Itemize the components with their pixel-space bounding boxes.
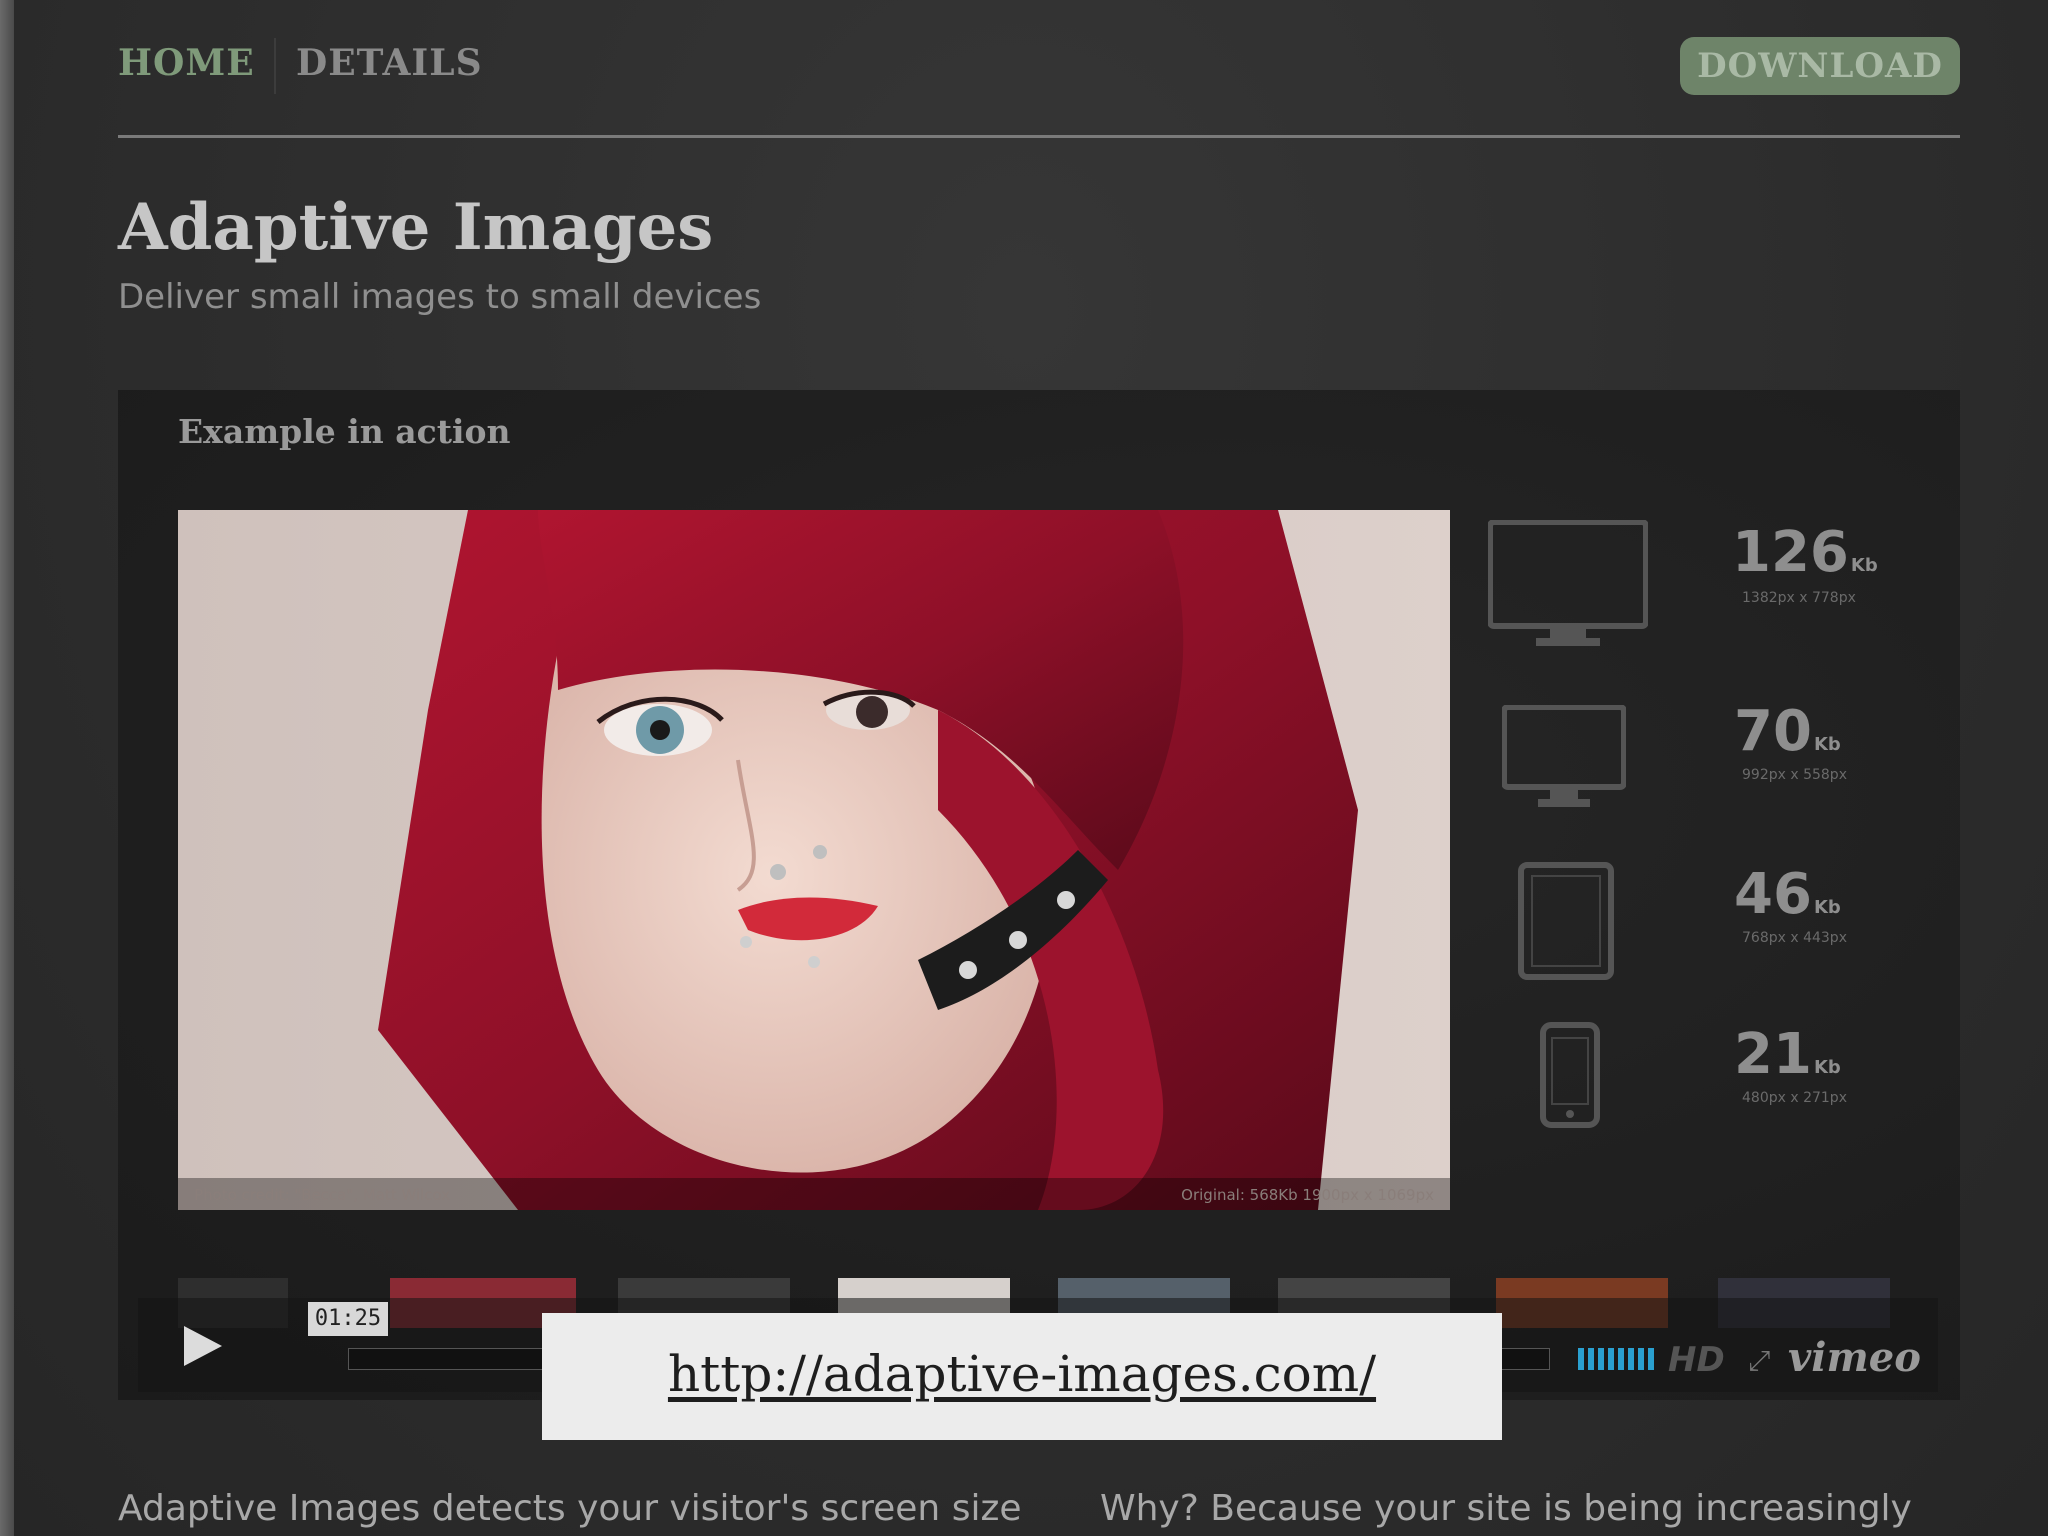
page-title: Adaptive Images	[118, 190, 714, 265]
video-time: 01:25	[308, 1302, 388, 1336]
device-row-laptop: 70 Kb 992px x 558px	[1488, 699, 1908, 845]
nav-separator	[274, 38, 276, 94]
size-value: 21 Kb	[1734, 1022, 1841, 1087]
vimeo-logo[interactable]: vimeo	[1788, 1334, 1921, 1381]
photo-original-info: Original: 568Kb 1900px x 1069px	[1181, 1186, 1434, 1204]
page-subtitle: Deliver small images to small devices	[118, 277, 762, 317]
size-value: 70 Kb	[1734, 699, 1841, 764]
body-text-col-2: Why? Because your site is being increasi…	[1100, 1488, 1912, 1529]
page: HOME DETAILS DOWNLOAD Adaptive Images De…	[0, 0, 2048, 1536]
photo-credit: Photo credit: "Becca", Matt Wilcox	[194, 1186, 451, 1204]
laptop-monitor-icon	[1502, 705, 1626, 807]
play-icon[interactable]	[178, 1322, 226, 1370]
device-row-phone: 21 Kb 480px x 271px	[1488, 1022, 1908, 1162]
url-banner: http://adaptive-images.com/	[542, 1313, 1502, 1440]
size-value: 46 Kb	[1734, 862, 1841, 927]
nav-home-link[interactable]: HOME	[118, 42, 255, 84]
device-row-desktop: 126 Kb 1382px x 778px	[1488, 520, 1908, 660]
device-row-tablet: 46 Kb 768px x 443px	[1488, 862, 1908, 1002]
body-text-col-1: Adaptive Images detects your visitor's s…	[118, 1488, 1022, 1529]
desktop-monitor-icon	[1488, 520, 1648, 646]
phone-icon	[1540, 1022, 1600, 1128]
size-dimensions: 1382px x 778px	[1742, 590, 1856, 606]
portrait-image	[178, 510, 1450, 1210]
window-edge	[0, 0, 14, 1536]
top-nav: HOME DETAILS DOWNLOAD	[118, 30, 1960, 110]
example-photo[interactable]: Photo credit: "Becca", Matt Wilcox Origi…	[178, 510, 1450, 1210]
size-value: 126 Kb	[1732, 520, 1878, 585]
download-button[interactable]: DOWNLOAD	[1680, 37, 1960, 95]
hd-toggle[interactable]: HD	[1668, 1340, 1725, 1380]
nav-divider	[118, 135, 1960, 138]
example-title: Example in action	[178, 412, 511, 451]
size-dimensions: 992px x 558px	[1742, 767, 1847, 783]
tablet-icon	[1518, 862, 1614, 980]
size-dimensions: 768px x 443px	[1742, 930, 1847, 946]
site-url-link[interactable]: http://adaptive-images.com/	[668, 1345, 1376, 1403]
size-dimensions: 480px x 271px	[1742, 1090, 1847, 1106]
volume-icon[interactable]	[1578, 1346, 1658, 1372]
nav-details-link[interactable]: DETAILS	[296, 42, 483, 84]
example-panel: Example in action Photo credit: "Becca",…	[118, 390, 1960, 1400]
fullscreen-icon[interactable]: ⤢	[1748, 1344, 1770, 1378]
